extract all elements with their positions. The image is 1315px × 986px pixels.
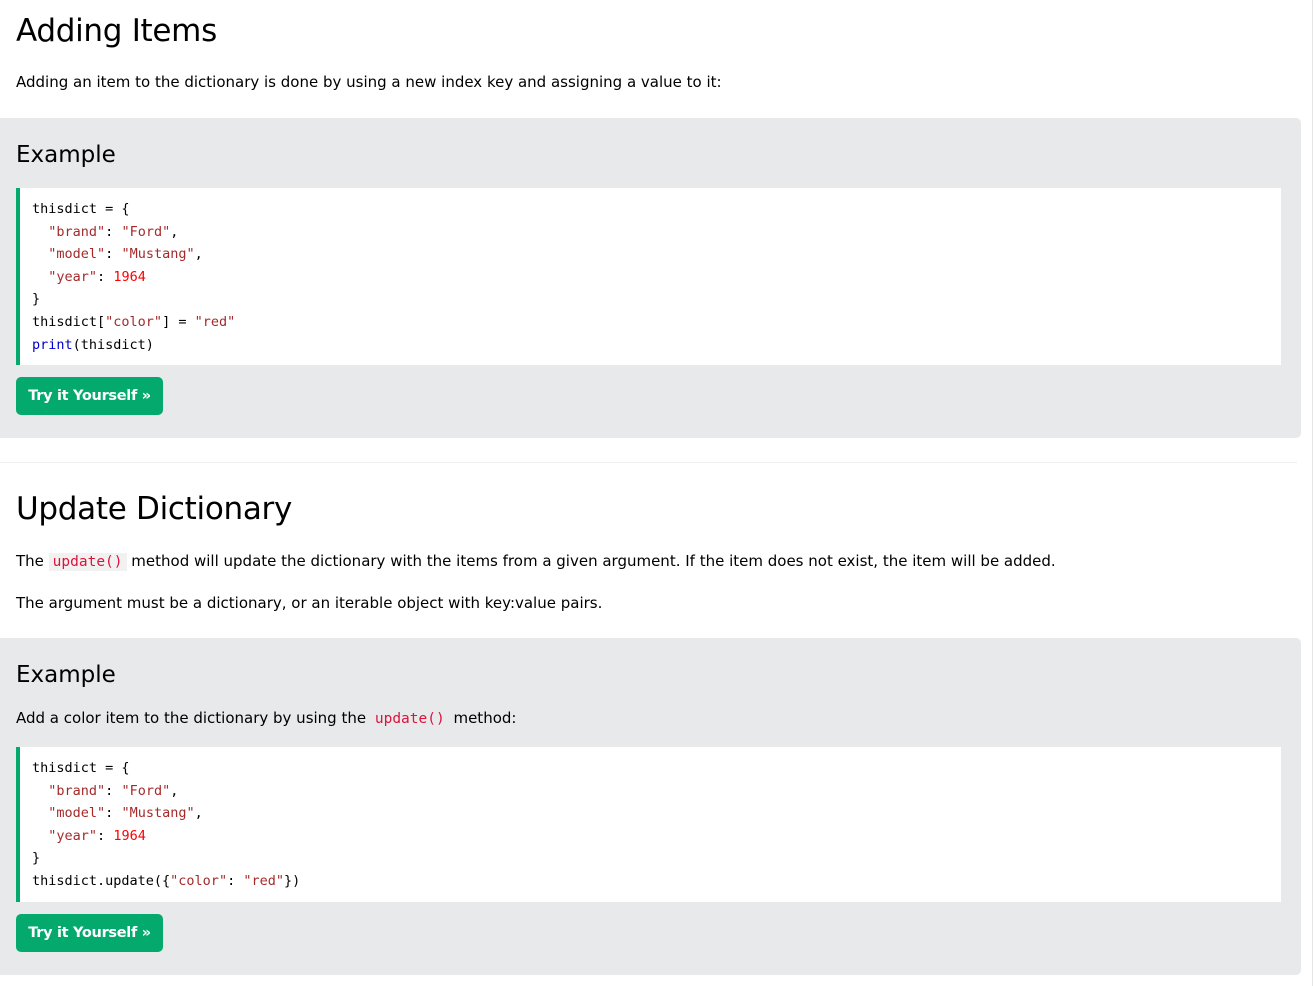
code-text: ,	[194, 246, 203, 263]
code-string: "model"	[48, 805, 106, 822]
code-text: })	[283, 872, 301, 889]
section-heading-adding-items: Adding Items	[16, 13, 217, 49]
code-text: :	[105, 246, 122, 263]
code-text: :	[105, 782, 122, 799]
example-title: Example	[16, 142, 116, 168]
code-string: "Mustang"	[121, 246, 195, 263]
code-string: "brand"	[48, 782, 106, 799]
code-line: thisdict = {	[32, 760, 130, 776]
code-text: ] =	[162, 313, 195, 330]
paragraph-text: The	[16, 552, 49, 570]
code-keyword: print	[32, 336, 73, 353]
code-text: :	[97, 268, 114, 285]
code-line: }	[32, 291, 41, 308]
section-intro-adding-items: Adding an item to the dictionary is done…	[16, 73, 722, 91]
code-line: }	[32, 850, 41, 867]
section-paragraph-update: The update() method will update the dict…	[16, 552, 1056, 571]
code-string: "year"	[48, 268, 98, 285]
code-string: "model"	[48, 246, 106, 263]
section-heading-update-dictionary: Update Dictionary	[16, 491, 293, 527]
inline-code: update()	[48, 553, 127, 571]
code-text: ,	[170, 223, 179, 240]
code-string: "red"	[243, 872, 284, 889]
code-string: "Ford"	[121, 223, 171, 240]
code-string: "red"	[194, 313, 236, 330]
code-text: :	[227, 872, 244, 889]
code-text: :	[105, 223, 122, 240]
code-text: (thisdict)	[72, 336, 154, 353]
code-number: 1964	[113, 827, 146, 844]
page: Adding Items Adding an item to the dicti…	[0, 0, 1313, 986]
inline-code: update()	[374, 711, 445, 727]
example-box-update-dictionary: Example Add a color item to the dictiona…	[0, 638, 1301, 975]
code-line: thisdict = {	[32, 201, 130, 217]
code-string: "brand"	[48, 223, 106, 240]
description-text: Add a color item to the dictionary by us…	[16, 709, 371, 727]
code-text: :	[105, 805, 122, 822]
code-text: :	[97, 827, 114, 844]
description-text: method:	[448, 709, 517, 727]
code-text: ,	[170, 782, 179, 799]
try-it-yourself-button[interactable]: Try it Yourself »	[16, 377, 163, 415]
code-string: "color"	[105, 313, 163, 330]
code-string: "Mustang"	[121, 805, 195, 822]
code-string: "color"	[170, 872, 228, 889]
paragraph-text: method will update the dictionary with t…	[126, 552, 1056, 570]
code-text: thisdict.update({	[32, 872, 171, 889]
example-box-adding-items: Example thisdict = { "brand": "Ford", "m…	[0, 118, 1301, 438]
code-block: thisdict = { "brand": "Ford", "model": "…	[16, 188, 1281, 366]
code-number: 1964	[113, 268, 146, 285]
code-text: thisdict[	[32, 313, 106, 330]
code-string: "Ford"	[121, 782, 171, 799]
code-block: thisdict = { "brand": "Ford", "model": "…	[16, 747, 1281, 902]
section-paragraph-argument: The argument must be a dictionary, or an…	[16, 594, 603, 612]
example-description: Add a color item to the dictionary by us…	[16, 709, 516, 728]
section-divider	[0, 462, 1297, 463]
example-title: Example	[16, 662, 116, 688]
try-it-yourself-button[interactable]: Try it Yourself »	[16, 914, 163, 952]
code-string: "year"	[48, 827, 98, 844]
code-text: ,	[194, 805, 203, 822]
